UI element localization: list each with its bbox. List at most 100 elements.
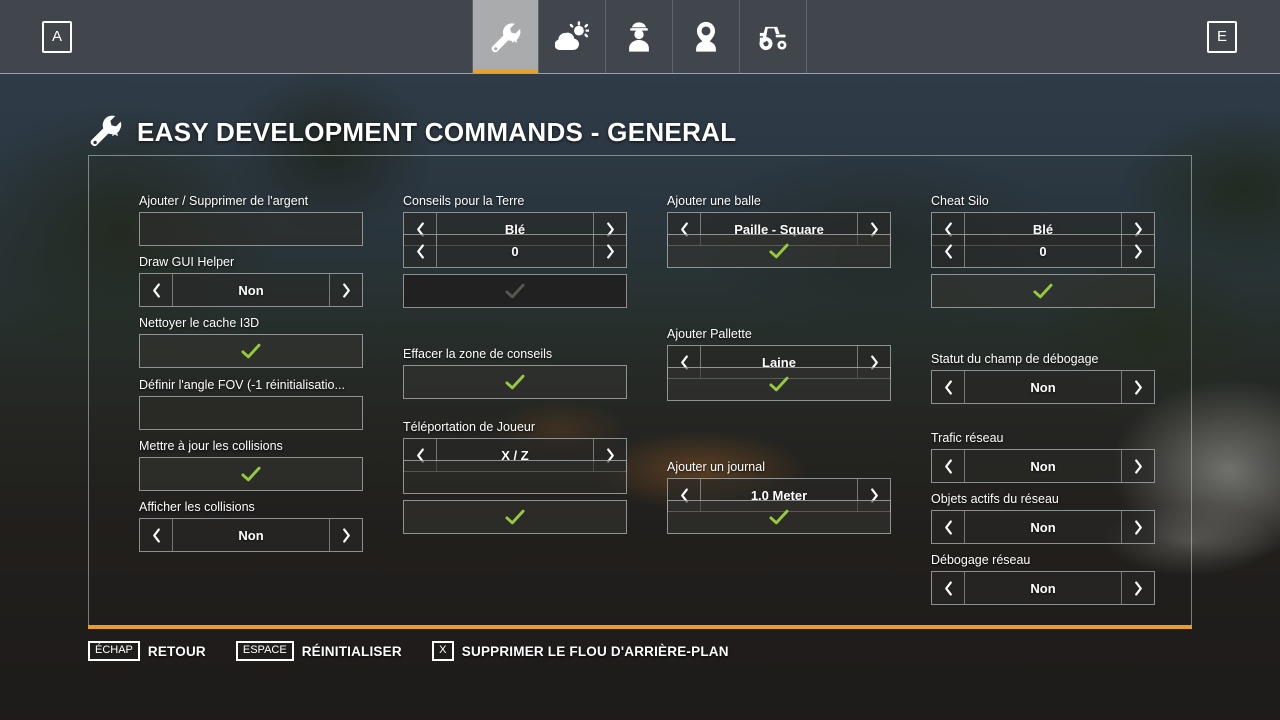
page-title: EASY DEVELOPMENT COMMANDS - GENERAL	[137, 117, 737, 147]
settings-panel: Ajouter / Supprimer de l'argent Draw GUI …	[88, 155, 1192, 625]
tab-weather[interactable]	[539, 0, 606, 73]
add-log-apply-control[interactable]	[667, 500, 891, 534]
chevron-right-icon[interactable]	[1121, 511, 1154, 543]
chevron-right-icon[interactable]	[1121, 450, 1154, 482]
tab-general-settings[interactable]	[472, 0, 539, 73]
debug-field-status-value: Non	[1030, 379, 1056, 395]
option-cheat-silo-apply	[931, 274, 1155, 308]
add-bale-apply-control[interactable]	[667, 234, 891, 268]
add-remove-money-control[interactable]	[139, 212, 363, 246]
cheat-silo-apply-control[interactable]	[931, 274, 1155, 308]
player-teleport-apply-control[interactable]	[403, 500, 627, 534]
network-active-objects-value: Non	[1030, 519, 1056, 535]
chevron-right-icon[interactable]	[1121, 235, 1154, 267]
next-page-keycap[interactable]: E	[1207, 20, 1237, 53]
settings-columns: Ajouter / Supprimer de l'argent Draw GUI …	[89, 156, 1191, 625]
option-label: Mettre à jour les collisions	[139, 439, 283, 453]
option-label: Ajouter une balle	[667, 194, 761, 208]
check-icon	[932, 275, 1154, 307]
help-remove-blur-keycap: X	[431, 640, 454, 662]
check-icon	[668, 368, 890, 400]
set-fov-angle-input[interactable]	[140, 397, 362, 429]
cheat-silo-amount-control[interactable]: 0	[931, 234, 1155, 268]
add-remove-money-input[interactable]	[140, 213, 362, 245]
network-traffic-value: Non	[1030, 458, 1056, 474]
help-bar: ÉCHAP RETOUR ESPACE RÉINITIALISER X SUPPRIMER…	[88, 636, 759, 666]
option-clear-tips-area: Effacer la zone de conseils	[403, 347, 627, 399]
option-show-collisions: Afficher les collisions Non	[139, 500, 363, 552]
option-add-bale-apply	[667, 234, 891, 268]
option-label: Conseils pour la Terre	[403, 194, 525, 208]
network-debug-value: Non	[1030, 580, 1056, 596]
option-label: Débogage réseau	[931, 553, 1031, 567]
option-label: Afficher les collisions	[139, 500, 255, 514]
help-reset-label: RÉINITIALISER	[301, 643, 402, 659]
option-soil-tips-amount: 0	[403, 234, 627, 268]
chevron-right-icon[interactable]	[1121, 371, 1154, 403]
clear-tips-area-control[interactable]	[403, 365, 627, 399]
network-debug-control[interactable]: Non	[931, 571, 1155, 605]
map-pin-person-icon	[689, 20, 723, 54]
help-reset[interactable]: ESPACE RÉINITIALISER	[235, 640, 402, 662]
weather-cloud-sun-icon	[555, 20, 589, 54]
option-label: Ajouter Pallette	[667, 327, 752, 341]
network-active-objects-control[interactable]: Non	[931, 510, 1155, 544]
tab-player[interactable]	[606, 0, 673, 73]
help-remove-blur-label: SUPPRIMER LE FLOU D'ARRIÈRE-PLAN	[461, 643, 729, 659]
tab-map[interactable]	[673, 0, 740, 73]
check-icon	[668, 235, 890, 267]
option-label: Cheat Silo	[931, 194, 989, 208]
topbar-left: A	[0, 0, 472, 73]
tractor-icon	[756, 20, 790, 54]
chevron-left-icon[interactable]	[932, 572, 965, 604]
chevron-left-icon[interactable]	[404, 235, 437, 267]
chevron-right-icon[interactable]	[1121, 572, 1154, 604]
option-network-active-objects: Objets actifs du réseau Non	[931, 492, 1155, 544]
option-update-collisions: Mettre à jour les collisions	[139, 439, 363, 491]
check-icon	[140, 335, 362, 367]
prev-page-keycap[interactable]: A	[42, 20, 72, 53]
help-back-label: RETOUR	[147, 643, 206, 659]
show-collisions-control[interactable]: Non	[139, 518, 363, 552]
help-remove-blur[interactable]: X SUPPRIMER LE FLOU D'ARRIÈRE-PLAN	[431, 640, 729, 662]
option-cheat-silo-amount: 0	[931, 234, 1155, 268]
option-label: Draw GUI Helper	[139, 255, 235, 269]
chevron-right-icon[interactable]	[593, 235, 626, 267]
chevron-left-icon[interactable]	[932, 450, 965, 482]
chevron-right-icon[interactable]	[329, 519, 362, 551]
gear-wrench-icon	[489, 20, 523, 54]
option-player-teleport-apply	[403, 500, 627, 534]
cheat-silo-amount-value: 0	[1039, 243, 1047, 259]
option-soil-tips-apply	[403, 274, 627, 308]
tab-vehicles[interactable]	[740, 0, 807, 73]
draw-gui-helper-control[interactable]: Non	[139, 273, 363, 307]
option-label: Définir l'angle FOV (-1 réinitialisatio.…	[139, 378, 345, 392]
debug-field-status-control[interactable]: Non	[931, 370, 1155, 404]
help-reset-keycap: ESPACE	[235, 640, 294, 662]
clear-i3d-cache-control[interactable]	[139, 334, 363, 368]
chevron-left-icon[interactable]	[932, 511, 965, 543]
update-collisions-control[interactable]	[139, 457, 363, 491]
gear-wrench-icon	[88, 112, 124, 153]
soil-tips-apply-control	[403, 274, 627, 308]
option-network-debug: Débogage réseau Non	[931, 553, 1155, 605]
option-label: Téléportation de Joueur	[403, 420, 536, 434]
chevron-left-icon[interactable]	[932, 371, 965, 403]
player-teleport-coords-control[interactable]	[403, 460, 627, 494]
option-label: Ajouter / Supprimer de l'argent	[139, 194, 309, 208]
option-label: Effacer la zone de conseils	[403, 347, 553, 361]
chevron-left-icon[interactable]	[932, 235, 965, 267]
check-icon	[140, 458, 362, 490]
soil-tips-amount-control[interactable]: 0	[403, 234, 627, 268]
option-draw-gui-helper: Draw GUI Helper Non	[139, 255, 363, 307]
option-add-remove-money: Ajouter / Supprimer de l'argent	[139, 194, 363, 246]
option-label: Nettoyer le cache I3D	[139, 316, 260, 330]
chevron-left-icon[interactable]	[140, 519, 173, 551]
set-fov-angle-control[interactable]	[139, 396, 363, 430]
add-pallet-apply-control[interactable]	[667, 367, 891, 401]
network-traffic-control[interactable]: Non	[931, 449, 1155, 483]
help-back[interactable]: ÉCHAP RETOUR	[88, 640, 206, 662]
chevron-right-icon[interactable]	[329, 274, 362, 306]
player-teleport-coords-input[interactable]	[404, 461, 626, 493]
chevron-left-icon[interactable]	[140, 274, 173, 306]
